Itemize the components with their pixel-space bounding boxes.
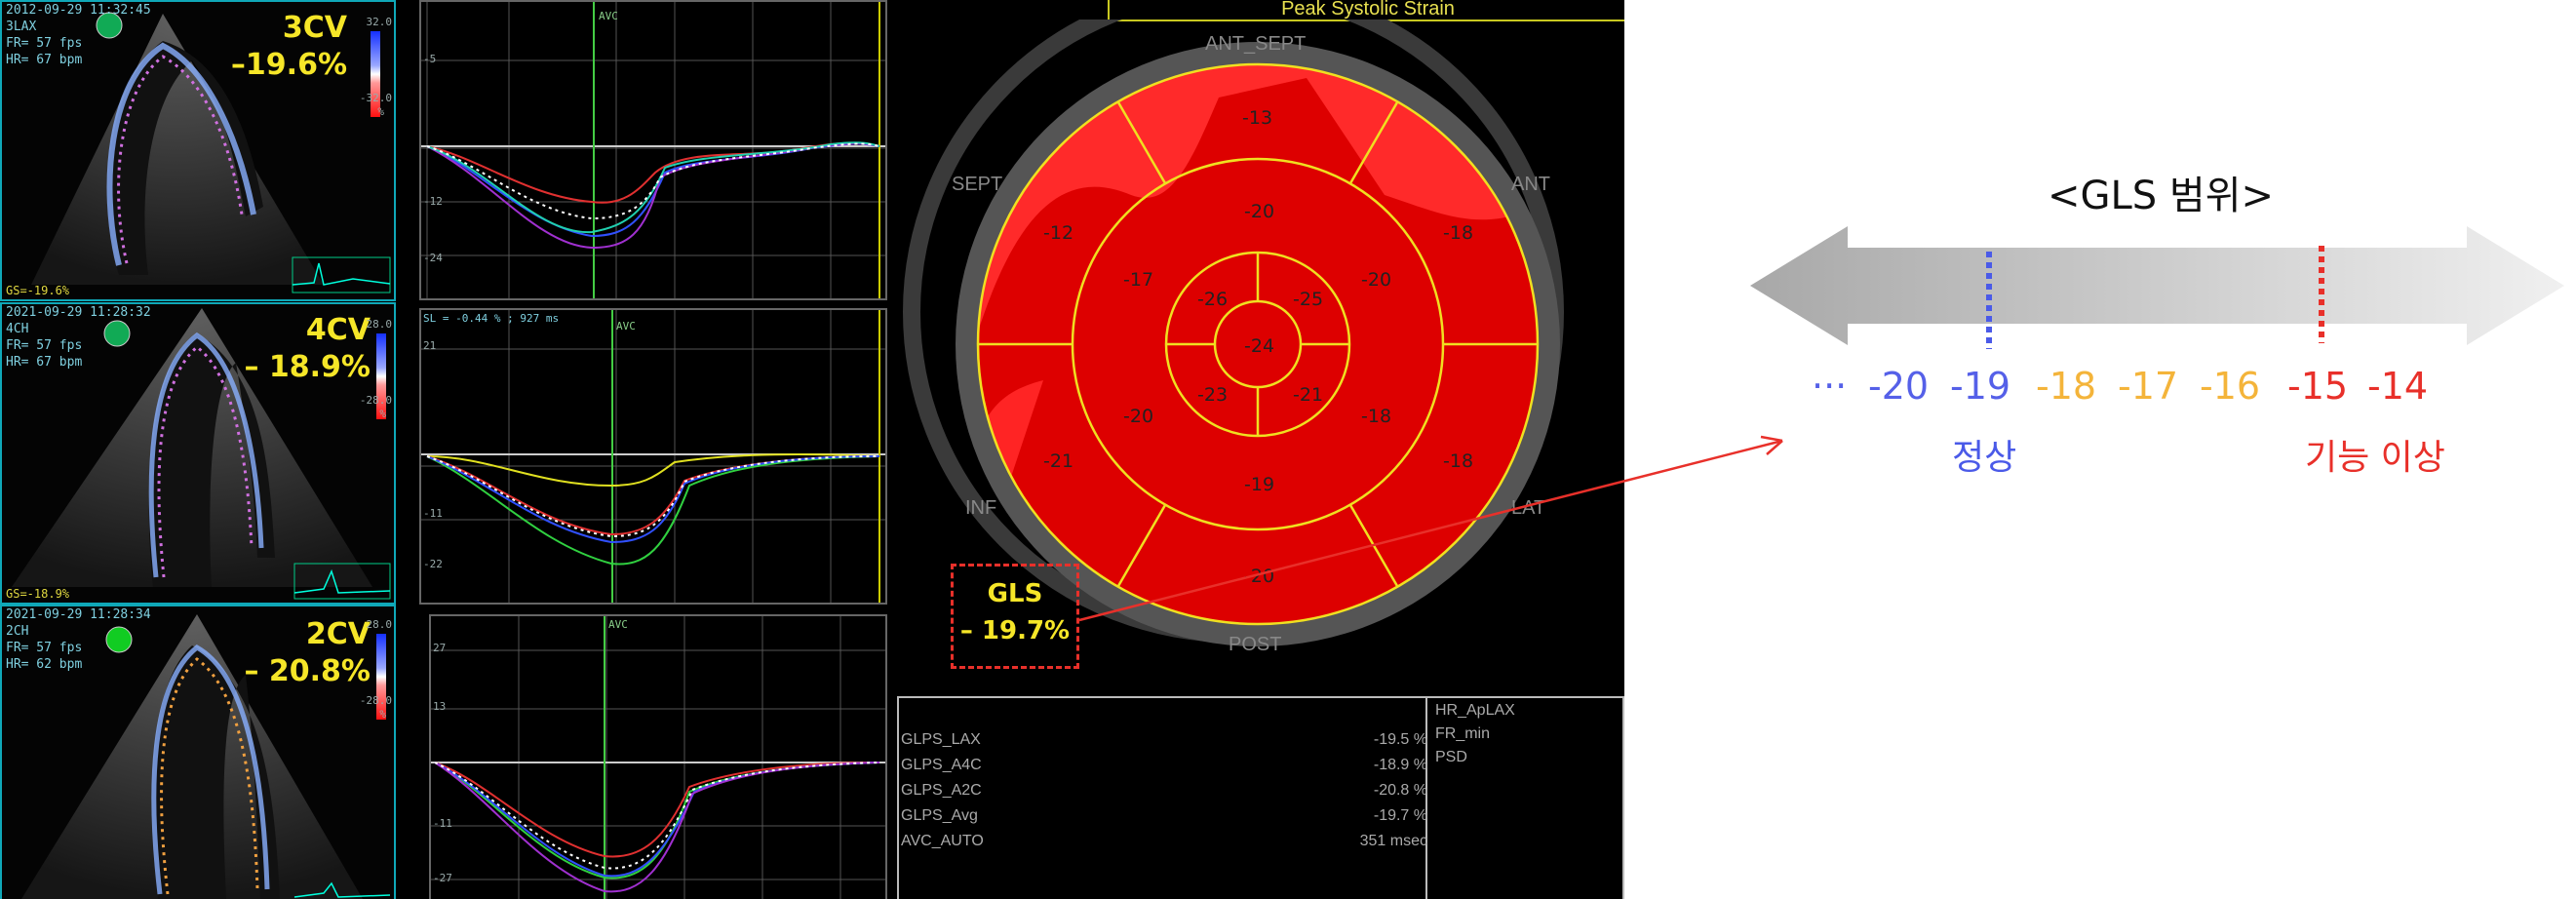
scale-number: -20 [1868, 365, 1930, 408]
scale-number: -17 [2118, 365, 2179, 408]
scale-number-ellipsis: ··· [1812, 365, 1848, 408]
scale-number: -15 [2287, 365, 2349, 408]
scale-number: -19 [1950, 365, 2011, 408]
scale-number: -14 [2367, 365, 2429, 408]
abnormal-label: 기능 이상 [2305, 438, 2445, 478]
scale-number: -16 [2200, 365, 2261, 408]
scale-number: -18 [2036, 365, 2097, 408]
gls-range-title: <GLS 범위> [2048, 174, 2275, 218]
gls-connector-arrow [1078, 435, 1783, 622]
normal-label: 정상 [1952, 438, 2017, 478]
gls-range-arrow-bar [1750, 226, 2564, 349]
